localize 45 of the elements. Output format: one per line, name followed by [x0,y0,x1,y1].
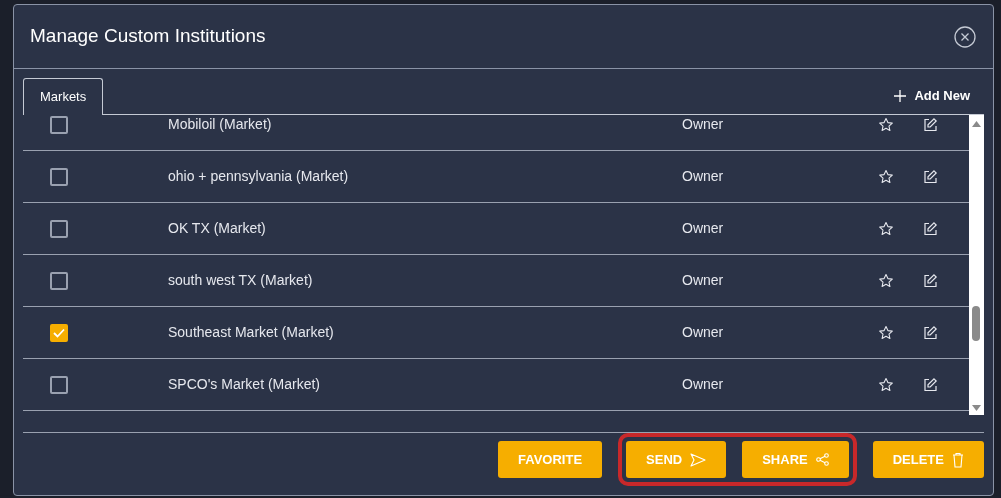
delete-button[interactable]: DELETE [872,441,984,478]
tab[interactable]: Markets [23,78,104,115]
market-name: SPCO's Market (Market) [168,375,322,394]
send-button[interactable]: SEND [626,441,727,478]
checkbox[interactable] [50,271,68,290]
checkbox[interactable] [50,323,68,342]
edit-icon[interactable] [922,220,938,237]
dialog-title: Manage Custom Institutions [30,25,266,48]
star-icon[interactable] [878,376,894,393]
trash-icon [952,451,964,468]
star-icon[interactable] [878,168,894,185]
market-name: Southeast Market (Market) [168,323,335,342]
favorite-button[interactable]: FAVORITE [498,441,603,478]
star-icon[interactable] [878,324,894,341]
market-name: OK TX (Market) [168,219,267,238]
edit-icon[interactable] [922,168,938,185]
plus-icon [894,90,907,102]
role-text: Owner [682,375,725,394]
share-icon [815,453,829,466]
edit-icon[interactable] [922,272,938,289]
star-icon[interactable] [878,116,894,133]
role-text: Owner [682,323,725,342]
scrollbar[interactable] [969,115,984,415]
check-icon [53,327,65,338]
checkbox[interactable] [50,167,68,186]
scrollbar-thumb[interactable] [972,306,980,341]
market-name: Mobiloil (Market) [168,115,273,134]
checkbox[interactable] [50,219,68,238]
star-icon[interactable] [878,220,894,237]
checkbox[interactable] [50,115,68,134]
edit-icon[interactable] [922,116,938,133]
add-new-button[interactable]: Add New [894,86,984,106]
edit-icon[interactable] [922,324,938,341]
role-text: Owner [682,167,725,186]
market-name: south west TX (Market) [168,271,314,290]
close-button[interactable] [953,24,977,49]
send-icon [690,452,707,467]
role-text: Owner [682,219,725,238]
checkbox[interactable] [50,375,68,394]
market-name: ohio + pennsylvania (Market) [168,167,350,186]
edit-icon[interactable] [922,376,938,393]
role-text: Owner [682,271,725,290]
share-button[interactable]: SHARE [742,441,849,478]
star-icon[interactable] [878,272,894,289]
role-text: Owner [682,115,725,134]
